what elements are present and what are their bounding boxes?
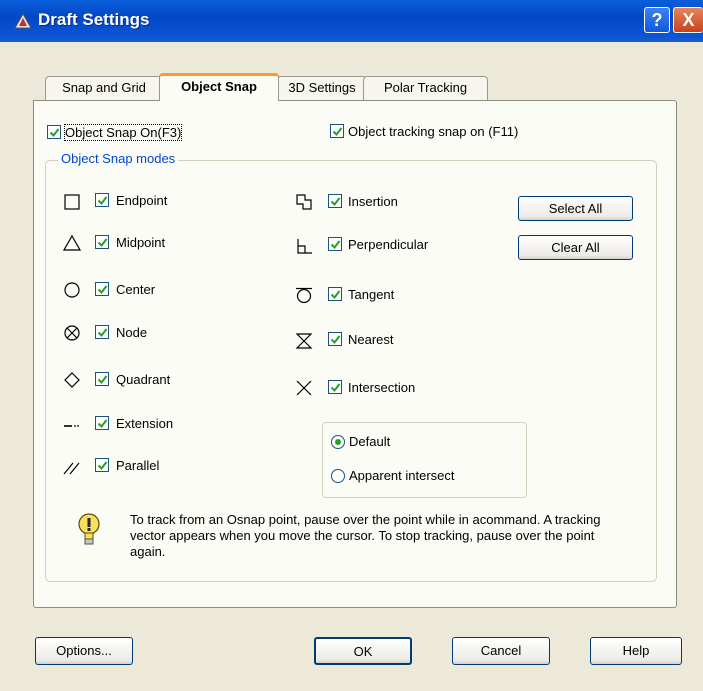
title-help-button[interactable]: ?	[644, 7, 670, 33]
clear-all-button[interactable]: Clear All	[518, 235, 633, 260]
ok-button[interactable]: OK	[314, 637, 412, 665]
quadrant-label: Quadrant	[116, 372, 171, 387]
parallel-icon	[63, 462, 80, 475]
nearest-icon	[295, 333, 313, 349]
intersection-checkbox[interactable]	[328, 380, 342, 394]
apparent-intersect-label: Apparent intersect	[349, 468, 455, 483]
tab-object-snap[interactable]: Object Snap	[159, 73, 279, 101]
nearest-label: Nearest	[348, 332, 394, 347]
tangent-checkbox[interactable]	[328, 287, 342, 301]
midpoint-label: Midpoint	[116, 235, 166, 250]
default-label: Default	[349, 434, 391, 449]
tracking-on-checkbox[interactable]	[330, 124, 344, 138]
triangle-icon	[63, 234, 81, 251]
node-label: Node	[116, 325, 148, 340]
tab-3d-settings[interactable]: 3D Settings	[277, 76, 367, 100]
apparent-intersect-radio[interactable]	[331, 469, 345, 483]
nearest-checkbox[interactable]	[328, 332, 342, 346]
parallel-label: Parallel	[116, 458, 160, 473]
insertion-checkbox[interactable]	[328, 194, 342, 208]
parallel-checkbox[interactable]	[95, 458, 109, 472]
tangent-icon	[296, 287, 312, 304]
tab-snap-and-grid[interactable]: Snap and Grid	[45, 76, 163, 100]
midpoint-checkbox[interactable]	[95, 235, 109, 249]
quadrant-checkbox[interactable]	[95, 372, 109, 386]
window-title: Draft Settings	[38, 10, 150, 29]
circle-icon	[64, 282, 80, 298]
cancel-button[interactable]: Cancel	[452, 637, 550, 665]
center-checkbox[interactable]	[95, 282, 109, 296]
title-close-button[interactable]: X	[673, 7, 703, 33]
tracking-on-label: Object tracking snap on (F11)	[348, 124, 519, 139]
object-snap-modes-title: Object Snap modes	[58, 151, 179, 166]
diamond-icon	[64, 372, 80, 388]
intersection-icon	[296, 380, 312, 396]
intersection-label: Intersection	[348, 380, 416, 395]
extension-checkbox[interactable]	[95, 416, 109, 430]
insertion-label: Insertion	[348, 194, 398, 209]
insertion-icon	[296, 194, 312, 210]
object-snap-on-label: Object Snap On(F3)	[63, 124, 183, 141]
perpendicular-icon	[297, 239, 312, 254]
perpendicular-label: Perpendicular	[348, 237, 429, 252]
endpoint-label: Endpoint	[116, 193, 168, 208]
endpoint-checkbox[interactable]	[95, 193, 109, 207]
lightbulb-icon	[78, 513, 100, 545]
extension-icon	[64, 425, 79, 427]
autocad-logo-icon	[14, 13, 32, 29]
perpendicular-checkbox[interactable]	[328, 237, 342, 251]
default-radio[interactable]	[331, 435, 345, 449]
tangent-label: Tangent	[348, 287, 395, 302]
node-icon	[64, 325, 80, 341]
object-snap-on-checkbox[interactable]	[47, 125, 61, 139]
title-bar: Draft Settings ? X	[0, 0, 703, 42]
center-label: Center	[116, 282, 156, 297]
select-all-button[interactable]: Select All	[518, 196, 633, 221]
options-button[interactable]: Options...	[35, 637, 133, 665]
info-text: To track from an Osnap point, pause over…	[130, 512, 601, 559]
help-button[interactable]: Help	[590, 637, 682, 665]
square-icon	[64, 194, 80, 210]
extension-label: Extension	[116, 416, 174, 431]
tab-polar-tracking[interactable]: Polar Tracking	[363, 76, 488, 100]
node-checkbox[interactable]	[95, 325, 109, 339]
